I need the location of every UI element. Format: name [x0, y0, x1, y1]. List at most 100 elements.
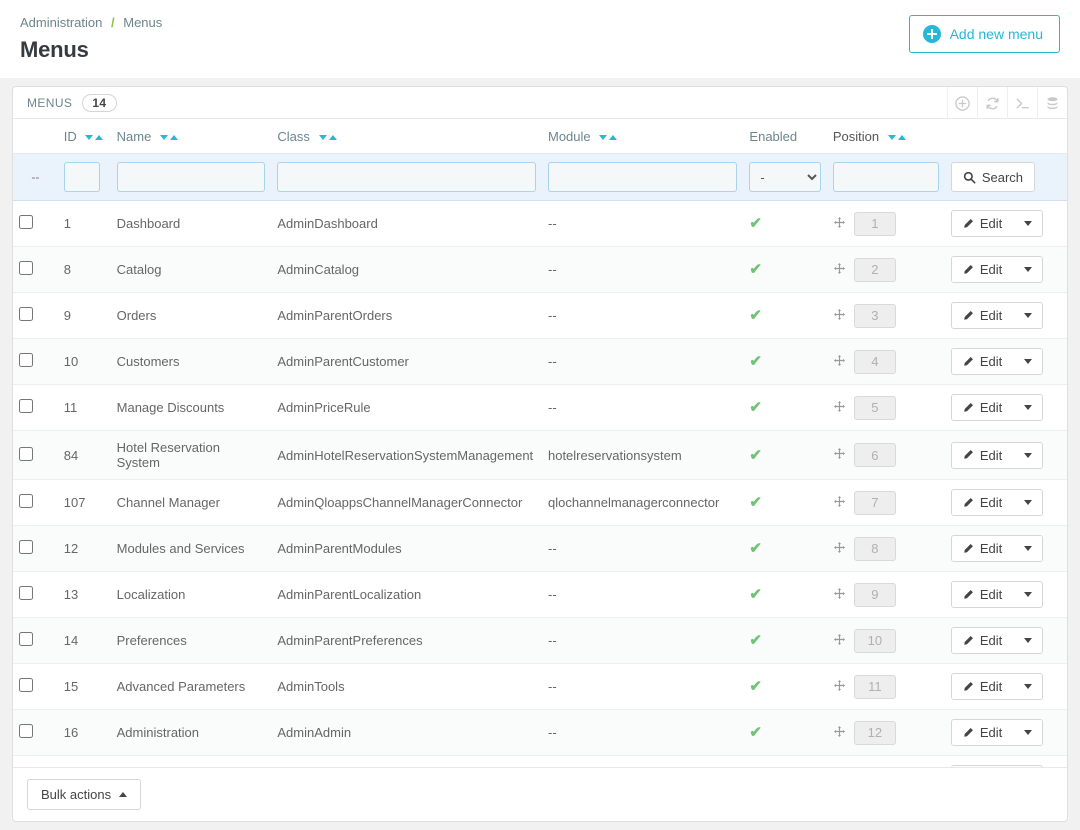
row-select-checkbox[interactable]: [19, 632, 33, 646]
edit-dropdown-toggle[interactable]: [1014, 257, 1043, 282]
row-select-checkbox[interactable]: [19, 678, 33, 692]
row-enabled[interactable]: ✔: [743, 480, 826, 526]
row-enabled[interactable]: ✔: [743, 293, 826, 339]
row-select-checkbox[interactable]: [19, 494, 33, 508]
drag-move-icon[interactable]: [833, 216, 846, 232]
table-row[interactable]: 107 Channel Manager AdminQloappsChannelMan…: [13, 479, 1067, 526]
sort-asc-id-icon[interactable]: [95, 135, 104, 140]
edit-button[interactable]: Edit: [951, 582, 1015, 607]
sort-asc-name-icon[interactable]: [169, 135, 178, 140]
table-row[interactable]: 8 Catalog AdminCatalog -- ✔ Edit: [13, 246, 1067, 293]
edit-dropdown-toggle[interactable]: [1014, 303, 1043, 328]
filter-name-input[interactable]: [116, 162, 266, 192]
search-button[interactable]: Search: [950, 162, 1036, 192]
drag-move-icon[interactable]: [833, 495, 846, 511]
row-enabled[interactable]: ✔: [743, 201, 826, 247]
edit-button[interactable]: Edit: [951, 628, 1015, 653]
drag-move-icon[interactable]: [833, 587, 846, 603]
table-row[interactable]: 12 Modules and Services AdminParentModules…: [13, 525, 1067, 572]
row-enabled[interactable]: ✔: [743, 385, 826, 431]
th-class-label: Class: [277, 129, 310, 144]
sort-asc-position-icon[interactable]: [897, 135, 906, 140]
edit-button[interactable]: Edit: [951, 720, 1015, 745]
drag-move-icon[interactable]: [833, 447, 846, 463]
table-row[interactable]: 16 Administration AdminAdmin -- ✔ Edit: [13, 709, 1067, 756]
sort-desc-name-icon[interactable]: [159, 135, 168, 140]
drag-move-icon[interactable]: [833, 354, 846, 370]
add-icon[interactable]: [947, 87, 977, 119]
drag-move-icon[interactable]: [833, 541, 846, 557]
edit-button[interactable]: Edit: [951, 349, 1015, 374]
row-select-checkbox[interactable]: [19, 446, 33, 461]
edit-button[interactable]: Edit: [951, 536, 1015, 561]
edit-button[interactable]: Edit: [951, 674, 1015, 699]
database-icon[interactable]: [1037, 87, 1067, 119]
edit-dropdown-toggle[interactable]: [1014, 442, 1043, 468]
table-row[interactable]: 10 Customers AdminParentCustomer -- ✔ Edit: [13, 338, 1067, 385]
row-enabled[interactable]: ✔: [743, 618, 826, 664]
drag-move-icon[interactable]: [833, 725, 846, 741]
edit-dropdown-toggle[interactable]: [1014, 349, 1043, 374]
sort-desc-position-icon[interactable]: [887, 135, 896, 140]
terminal-icon[interactable]: [1007, 87, 1037, 119]
row-select-checkbox[interactable]: [19, 353, 33, 367]
edit-button[interactable]: Edit: [951, 303, 1015, 328]
row-enabled[interactable]: ✔: [743, 756, 826, 768]
row-select-checkbox[interactable]: [19, 215, 33, 229]
bulk-actions-button[interactable]: Bulk actions: [27, 779, 142, 810]
filter-class-input[interactable]: [277, 162, 536, 192]
row-select-checkbox[interactable]: [19, 261, 33, 275]
table-row[interactable]: 15 Advanced Parameters AdminTools -- ✔ Edit: [13, 663, 1067, 710]
table-row[interactable]: 14 Preferences AdminParentPreferences -- ✔ Ed…: [13, 617, 1067, 664]
filter-enabled-select[interactable]: -: [749, 162, 821, 192]
sort-arrows-class: [318, 135, 337, 140]
table-row[interactable]: 11 Manage Discounts AdminPriceRule -- ✔ Edit: [13, 384, 1067, 431]
row-select-checkbox[interactable]: [19, 724, 33, 738]
table-row[interactable]: 17StockAdminStock--✔ Edit: [13, 755, 1067, 768]
edit-button[interactable]: Edit: [951, 442, 1015, 468]
edit-dropdown-toggle[interactable]: [1014, 674, 1043, 699]
drag-move-icon[interactable]: [833, 633, 846, 649]
drag-move-icon[interactable]: [833, 308, 846, 324]
row-enabled[interactable]: ✔: [743, 710, 826, 756]
drag-move-icon[interactable]: [833, 679, 846, 695]
refresh-icon[interactable]: [977, 87, 1007, 119]
row-enabled[interactable]: ✔: [743, 431, 826, 480]
drag-move-icon[interactable]: [833, 400, 846, 416]
row-enabled[interactable]: ✔: [743, 572, 826, 618]
edit-dropdown-toggle[interactable]: [1014, 211, 1043, 236]
drag-move-icon[interactable]: [833, 262, 846, 278]
table-row[interactable]: 84 Hotel Reservation System AdminHotelRese…: [13, 430, 1067, 480]
edit-dropdown-toggle[interactable]: [1014, 628, 1043, 653]
sort-asc-module-icon[interactable]: [609, 135, 618, 140]
edit-dropdown-toggle[interactable]: [1014, 395, 1043, 420]
table-row[interactable]: 9 Orders AdminParentOrders -- ✔ Edit: [13, 292, 1067, 339]
edit-dropdown-toggle[interactable]: [1014, 490, 1043, 515]
table-row[interactable]: 1 Dashboard AdminDashboard -- ✔ Edit: [13, 200, 1067, 247]
breadcrumb-parent[interactable]: Administration: [20, 15, 102, 30]
edit-button[interactable]: Edit: [951, 211, 1015, 236]
edit-dropdown-toggle[interactable]: [1014, 720, 1043, 745]
edit-button[interactable]: Edit: [951, 395, 1015, 420]
row-enabled[interactable]: ✔: [743, 247, 826, 293]
row-select-checkbox[interactable]: [19, 307, 33, 321]
edit-button[interactable]: Edit: [951, 257, 1015, 282]
row-select-checkbox[interactable]: [19, 540, 33, 554]
edit-dropdown-toggle[interactable]: [1014, 536, 1043, 561]
row-select-checkbox[interactable]: [19, 399, 33, 413]
sort-desc-module-icon[interactable]: [599, 135, 608, 140]
filter-id-input[interactable]: [63, 162, 100, 192]
row-enabled[interactable]: ✔: [743, 664, 826, 710]
sort-asc-class-icon[interactable]: [328, 135, 337, 140]
table-row[interactable]: 13 Localization AdminParentLocalization -- ✔…: [13, 571, 1067, 618]
filter-module-input[interactable]: [547, 162, 738, 192]
edit-button[interactable]: Edit: [951, 490, 1015, 515]
add-new-menu-button[interactable]: Add new menu: [908, 15, 1060, 53]
row-enabled[interactable]: ✔: [743, 339, 826, 385]
row-enabled[interactable]: ✔: [743, 526, 826, 572]
row-select-checkbox[interactable]: [19, 586, 33, 600]
filter-position-input[interactable]: [832, 162, 939, 192]
sort-desc-id-icon[interactable]: [85, 135, 94, 140]
sort-desc-class-icon[interactable]: [318, 135, 327, 140]
edit-dropdown-toggle[interactable]: [1014, 582, 1043, 607]
